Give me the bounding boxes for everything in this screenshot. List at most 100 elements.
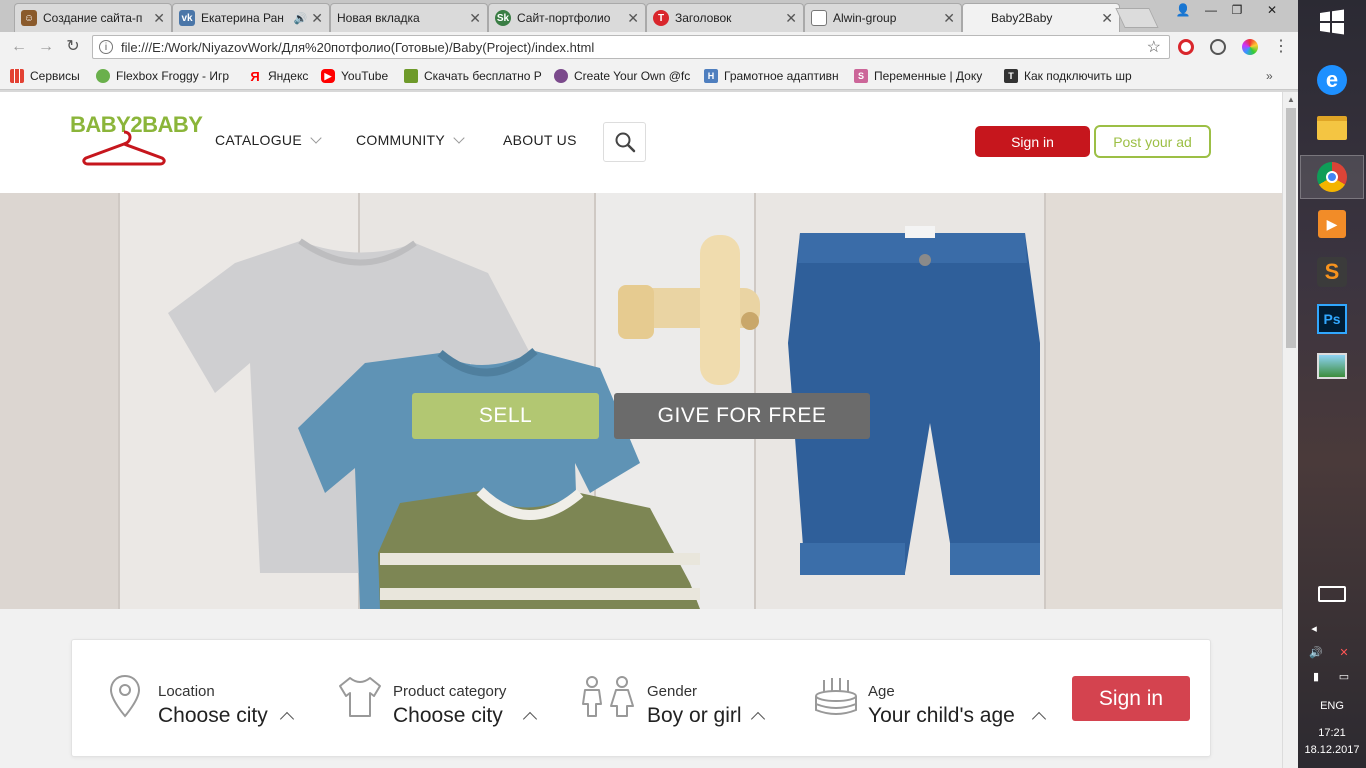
tab-5[interactable]: T Заголовок ✕: [646, 3, 804, 32]
clock-time[interactable]: 17:21: [1298, 727, 1366, 739]
sell-button[interactable]: SELL: [412, 393, 599, 439]
browser-toolbar: ← → ↻ i file:///E:/Work/NiyazovWork/Для%…: [0, 32, 1298, 62]
opera-extension-icon[interactable]: [1178, 39, 1194, 55]
scrollbar-thumb[interactable]: [1286, 108, 1296, 348]
language-indicator[interactable]: ENG: [1298, 700, 1366, 712]
file-explorer-icon[interactable]: [1300, 106, 1364, 150]
vk-favicon-icon: vk: [179, 10, 195, 26]
tab-2[interactable]: vk Екатерина Ран 🔊 ✕: [172, 3, 330, 32]
network-disconnected-icon[interactable]: ✕: [1334, 646, 1354, 659]
bookmark-item[interactable]: Скачать бесплатно Р: [404, 68, 544, 84]
address-bar[interactable]: i file:///E:/Work/NiyazovWork/Для%20потф…: [92, 35, 1170, 59]
bookmark-item[interactable]: T Как подключить шр: [1004, 68, 1140, 84]
color-extension-icon[interactable]: [1242, 39, 1258, 55]
media-player-icon[interactable]: ▶: [1300, 202, 1364, 246]
chevron-down-icon: [310, 131, 322, 144]
nav-community[interactable]: COMMUNITY: [356, 131, 465, 148]
give-for-free-button[interactable]: GIVE FOR FREE: [614, 393, 870, 439]
tab-title: Создание сайта-п: [43, 11, 143, 25]
keyboard-icon[interactable]: [1300, 574, 1364, 614]
tab-7-active[interactable]: Baby2Baby ✕: [962, 3, 1120, 32]
bookmark-item[interactable]: S Переменные | Доку: [854, 68, 994, 84]
chevron-up-icon: [279, 711, 295, 727]
bookmark-item[interactable]: H Грамотное адаптивн: [704, 68, 842, 84]
close-icon[interactable]: ✕: [153, 10, 165, 27]
windows-logo-icon: [1320, 9, 1344, 35]
bookmark-star-icon[interactable]: ☆: [1147, 37, 1161, 57]
close-icon[interactable]: ✕: [469, 10, 481, 27]
filter-label: Age: [868, 683, 895, 700]
sign-in-button[interactable]: Sign in: [975, 126, 1090, 157]
site-logo[interactable]: BABY2BABY: [70, 110, 203, 166]
photoshop-icon[interactable]: Ps: [1300, 297, 1364, 341]
close-icon[interactable]: ✕: [943, 10, 955, 27]
filter-age[interactable]: Age Your child's age: [812, 674, 1052, 734]
minimize-icon[interactable]: —: [1198, 0, 1224, 20]
web-page: BABY2BABY CATALOGUE COMMUNITY ABOUT US S…: [0, 92, 1282, 768]
page-scrollbar[interactable]: ▲: [1282, 92, 1298, 768]
reload-icon[interactable]: ↻: [64, 38, 82, 56]
tab-favicon-icon: [969, 10, 985, 26]
sync-extension-icon[interactable]: [1210, 39, 1226, 55]
forward-icon[interactable]: →: [37, 38, 55, 56]
nav-catalogue[interactable]: CATALOGUE: [215, 131, 322, 148]
info-icon[interactable]: i: [99, 40, 113, 54]
notification-icon[interactable]: ▭: [1334, 670, 1354, 683]
tab-1[interactable]: ☺ Создание сайта-п ✕: [14, 3, 172, 32]
sass-icon: S: [854, 69, 868, 83]
tab-6[interactable]: Alwin-group ✕: [804, 3, 962, 32]
filter-product-category[interactable]: Product category Choose city: [336, 674, 546, 734]
sublime-text-icon[interactable]: S: [1300, 250, 1364, 294]
bookmark-label: Create Your Own @fc: [574, 69, 691, 83]
filter-gender[interactable]: Gender Boy or girl: [577, 674, 777, 734]
filter-sign-in-button[interactable]: Sign in: [1072, 676, 1190, 721]
post-ad-button[interactable]: Post your ad: [1094, 125, 1211, 158]
menu-icon[interactable]: ⋮: [1272, 38, 1290, 56]
show-hidden-icons-icon[interactable]: ◂: [1304, 622, 1324, 635]
bookmarks-bar: Сервисы Flexbox Froggy - Игр Я Яндекс ▶ …: [0, 62, 1298, 90]
filter-label: Product category: [393, 683, 507, 700]
new-tab-button[interactable]: [1115, 8, 1159, 28]
bookmark-item[interactable]: Я Яндекс: [248, 68, 314, 84]
bookmark-label: Яндекс: [268, 69, 309, 83]
internet-explorer-icon[interactable]: e: [1300, 58, 1364, 102]
tab-4[interactable]: Sk Сайт-портфолио ✕: [488, 3, 646, 32]
bookmark-label: Сервисы: [30, 69, 80, 83]
battery-icon[interactable]: ▮: [1306, 670, 1326, 683]
restore-icon[interactable]: ❐: [1224, 0, 1250, 20]
volume-icon[interactable]: 🔊: [1306, 646, 1326, 659]
tab-title: Alwin-group: [833, 11, 897, 25]
bookmark-item[interactable]: ▶ YouTube: [321, 68, 397, 84]
close-icon[interactable]: ✕: [627, 10, 639, 27]
clock-date[interactable]: 18.12.2017: [1298, 744, 1366, 756]
close-icon[interactable]: ✕: [311, 10, 323, 27]
bookmark-label: Как подключить шр: [1024, 69, 1132, 83]
nav-label: COMMUNITY: [356, 132, 446, 148]
more-bookmarks-icon[interactable]: »: [1266, 68, 1280, 84]
tab-title: Сайт-портфолио: [517, 11, 611, 25]
chevron-up-icon: [522, 711, 538, 727]
bookmark-item[interactable]: Create Your Own @fc: [554, 68, 694, 84]
chrome-icon[interactable]: [1300, 155, 1364, 199]
url-text: file:///E:/Work/NiyazovWork/Для%20потфол…: [121, 39, 595, 55]
speaker-icon[interactable]: 🔊: [294, 12, 308, 25]
close-window-icon[interactable]: ✕: [1252, 0, 1292, 20]
bookmark-label: YouTube: [341, 69, 389, 83]
nav-about-us[interactable]: ABOUT US: [503, 132, 577, 148]
scroll-up-icon[interactable]: ▲: [1286, 95, 1296, 104]
browser-chrome: ☺ Создание сайта-п ✕ vk Екатерина Ран 🔊 …: [0, 0, 1298, 92]
close-icon[interactable]: ✕: [1101, 10, 1113, 27]
bookmark-apps[interactable]: Сервисы: [10, 68, 88, 84]
photo-viewer-icon[interactable]: [1300, 344, 1364, 388]
search-icon: [615, 132, 635, 153]
filter-location[interactable]: Location Choose city: [108, 674, 308, 734]
search-button[interactable]: [603, 122, 646, 162]
filter-label: Gender: [647, 683, 698, 700]
back-icon[interactable]: ←: [10, 38, 28, 56]
windows-start-icon[interactable]: [1300, 0, 1364, 44]
bookmark-item[interactable]: Flexbox Froggy - Игр: [96, 68, 234, 84]
user-icon[interactable]: 👤: [1170, 0, 1196, 20]
chevron-up-icon: [1031, 711, 1047, 727]
close-icon[interactable]: ✕: [785, 10, 797, 27]
tab-3[interactable]: Новая вкладка ✕: [330, 3, 488, 32]
